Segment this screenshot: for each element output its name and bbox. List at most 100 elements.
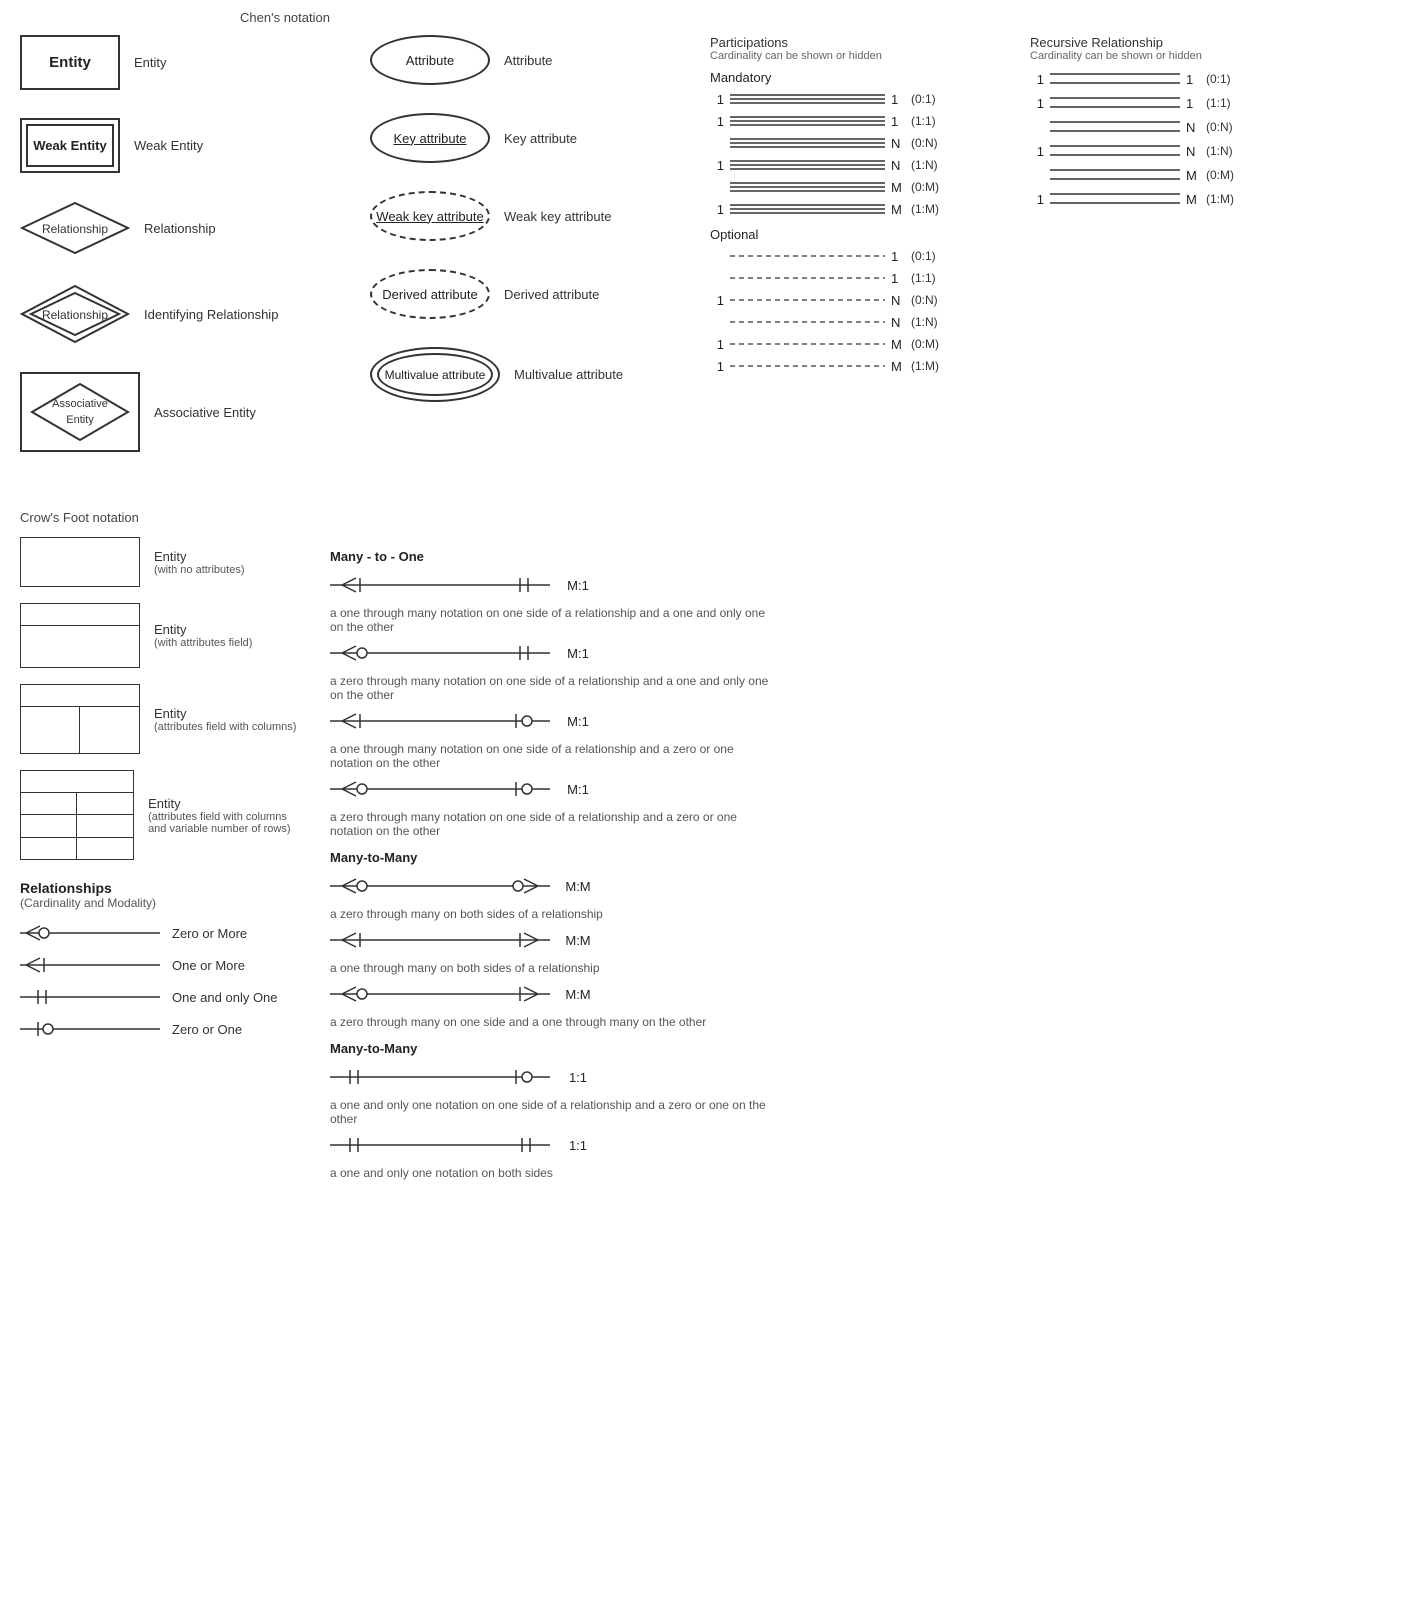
m1-line4 — [330, 778, 550, 800]
mand-11-line — [730, 113, 885, 129]
identifying-rel-label: Identifying Relationship — [144, 307, 278, 322]
entity-row: Entity Entity — [20, 35, 360, 90]
one-only-label: One and only One — [172, 990, 278, 1005]
rec-0m-line — [1050, 166, 1180, 184]
multivalue-attr-row: Multivalue attribute Multivalue attribut… — [370, 347, 710, 402]
one-more-label: One or More — [172, 958, 245, 973]
optional-label: Optional — [710, 227, 990, 242]
zero-one-row: Zero or One — [20, 1018, 300, 1040]
derived-attribute-text: Derived attribute — [382, 287, 477, 302]
mand-0n-line — [730, 135, 885, 151]
attribute-symbol: Attribute — [370, 35, 490, 85]
mm-desc3: a zero through many on one side and a on… — [330, 1015, 770, 1029]
zero-more-label: Zero or More — [172, 926, 247, 941]
crowsfoot-header: Crow's Foot notation — [20, 510, 1384, 525]
m1-desc2: a zero through many notation on one side… — [330, 674, 770, 702]
multivalue-attribute-label: Multivalue attribute — [514, 367, 623, 382]
mand-1n-line — [730, 157, 885, 173]
mand-0m-row: M (0:M) — [710, 179, 990, 195]
m1-row4: M:1 — [330, 778, 770, 800]
mm-row3: M:M — [330, 983, 770, 1005]
recursive-subheader: Cardinality can be shown or hidden — [1030, 50, 1270, 62]
svg-text:Entity: Entity — [66, 414, 94, 426]
opt-01-row: 1 (0:1) — [710, 248, 990, 264]
rec-0n-row: N (0:N) — [1030, 118, 1270, 136]
opt-1m-line — [730, 358, 885, 374]
one-to-one-header-label: Many-to-Many — [330, 1041, 770, 1056]
opt-1m-row: 1 M (1:M) — [710, 358, 990, 374]
cf-entity-cols-symbol — [20, 684, 140, 754]
m1-row1: M:1 — [330, 574, 770, 596]
cf-entity-varrows-label: Entity — [148, 796, 300, 811]
m1-desc3: a one through many notation on one side … — [330, 742, 770, 770]
mand-01-row: 1 1 (0:1) — [710, 91, 990, 107]
mand-0m-line — [730, 179, 885, 195]
many-to-many-label: Many-to-Many — [330, 850, 770, 865]
mm-desc1: a zero through many on both sides of a r… — [330, 907, 770, 921]
m1-line3 — [330, 710, 550, 732]
chens-header: Chen's notation — [20, 10, 550, 25]
zero-more-symbol — [20, 922, 160, 944]
assoc-entity-symbol: Associative Entity — [30, 382, 130, 442]
mand-01-line — [730, 91, 885, 107]
opt-0m-line — [730, 336, 885, 352]
mand-1n-row: 1 N (1:N) — [710, 157, 990, 173]
participations-subheader: Cardinality can be shown or hidden — [710, 50, 990, 62]
rec-1n-line — [1050, 142, 1180, 160]
key-attribute-label: Key attribute — [504, 131, 577, 146]
zero-more-row: Zero or More — [20, 922, 300, 944]
mm-row1: M:M — [330, 875, 770, 897]
mand-11-row: 1 1 (1:1) — [710, 113, 990, 129]
m1-line2 — [330, 642, 550, 664]
opt-11-line — [730, 270, 885, 286]
rec-0n-line — [1050, 118, 1180, 136]
weak-key-attribute-label: Weak key attribute — [504, 209, 611, 224]
cf-entity-cols-row: Entity (attributes field with columns) — [20, 684, 300, 754]
zero-one-label: Zero or One — [172, 1022, 242, 1037]
cf-entity-cols-sublabel: (attributes field with columns) — [154, 721, 296, 733]
attribute-label: Attribute — [504, 53, 552, 68]
mm-line3 — [330, 983, 550, 1005]
m1-desc1: a one through many notation on one side … — [330, 606, 770, 634]
key-attr-row: Key attribute Key attribute — [370, 113, 710, 163]
weak-key-attr-row: Weak key attribute Weak key attribute — [370, 191, 710, 241]
cf-entity-attrs-sublabel: (with attributes field) — [154, 637, 252, 649]
derived-attribute-symbol: Derived attribute — [370, 269, 490, 319]
crowsfoot-section: Crow's Foot notation Entity (with no att… — [20, 510, 1384, 1188]
multivalue-attribute-text: Multivalue attribute — [385, 368, 486, 382]
derived-attr-row: Derived attribute Derived attribute — [370, 269, 710, 319]
cf-entity-varrows-symbol — [20, 770, 134, 860]
mand-1m-line — [730, 201, 885, 217]
chens-attributes-column: Attribute Attribute Key attribute Key at… — [370, 35, 710, 480]
11-row1: 1:1 — [330, 1066, 770, 1088]
m1-line1 — [330, 574, 550, 596]
key-attribute-symbol: Key attribute — [370, 113, 490, 163]
entity-text: Entity — [49, 54, 91, 71]
mand-0n-row: N (0:N) — [710, 135, 990, 151]
mand-1m-row: 1 M (1:M) — [710, 201, 990, 217]
rec-0m-row: M (0:M) — [1030, 166, 1270, 184]
attribute-text: Attribute — [406, 53, 454, 68]
attribute-row: Attribute Attribute — [370, 35, 710, 85]
relationships-label: Relationships — [20, 880, 300, 896]
one-only-row: One and only One — [20, 986, 300, 1008]
opt-11-row: 1 (1:1) — [710, 270, 990, 286]
rec-01-line — [1050, 70, 1180, 88]
cf-entity-varrows-sublabel: (attributes field with columns and varia… — [148, 811, 300, 835]
identifying-rel-row: Relationship Identifying Relationship — [20, 284, 360, 344]
recursive-section: Recursive Relationship Cardinality can b… — [1030, 35, 1270, 380]
11-line1 — [330, 1066, 550, 1088]
multivalue-attribute-symbol: Multivalue attribute — [370, 347, 500, 402]
mm-row2: M:M — [330, 929, 770, 951]
weak-key-attribute-text: Weak key attribute — [376, 209, 483, 224]
cf-relationships-column: Many - to - One M:1 a one through many n… — [330, 537, 770, 1188]
opt-0m-row: 1 M (0:M) — [710, 336, 990, 352]
m1-row2: M:1 — [330, 642, 770, 664]
relationships-sub: (Cardinality and Modality) — [20, 896, 300, 910]
11-line2 — [330, 1134, 550, 1156]
weak-entity-label: Weak Entity — [134, 138, 203, 153]
one-more-symbol — [20, 954, 160, 976]
rec-1n-row: 1 N (1:N) — [1030, 142, 1270, 160]
cf-entity-simple-symbol — [20, 537, 140, 587]
cf-entity-simple-label: Entity — [154, 549, 244, 564]
